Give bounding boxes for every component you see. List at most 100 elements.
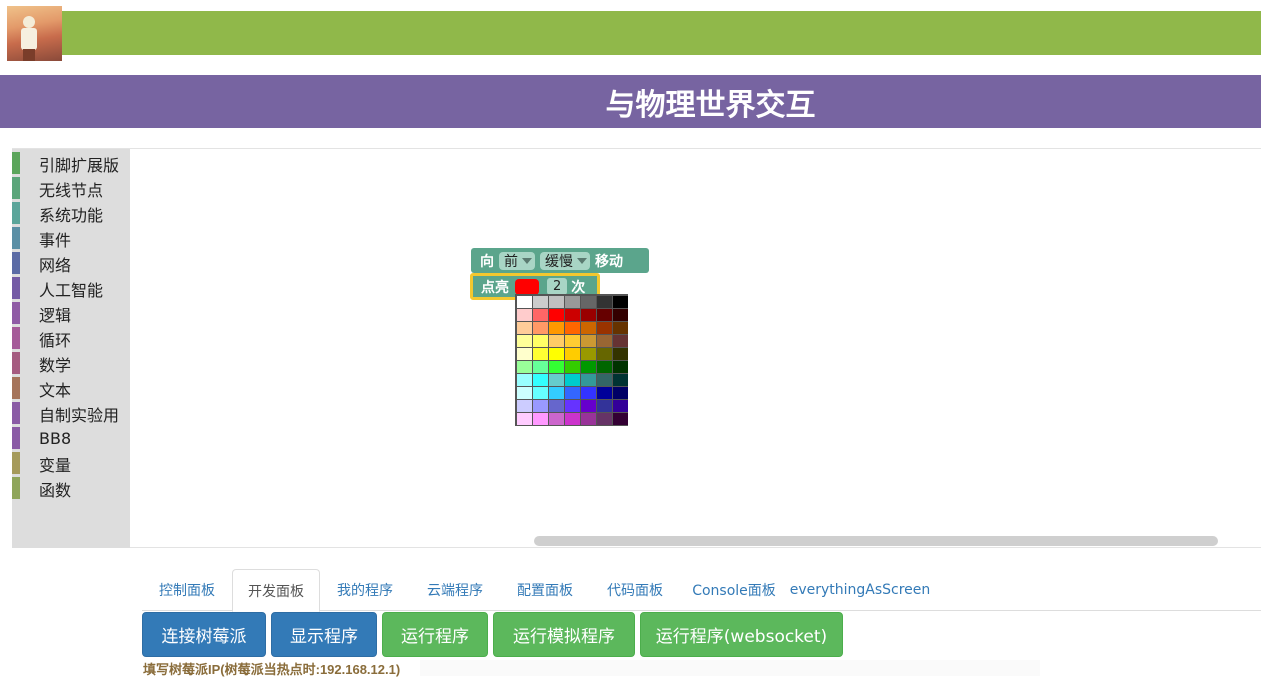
color-cell[interactable]	[613, 361, 628, 373]
toolbox-category[interactable]: 系统功能	[12, 201, 130, 226]
color-cell[interactable]	[517, 400, 532, 412]
color-cell[interactable]	[613, 348, 628, 360]
color-cell[interactable]	[533, 374, 548, 386]
color-cell[interactable]	[597, 374, 612, 386]
color-cell[interactable]	[549, 413, 564, 425]
color-cell[interactable]	[549, 387, 564, 399]
color-cell[interactable]	[581, 348, 596, 360]
color-cell[interactable]	[597, 296, 612, 308]
toolbox-category[interactable]: 数学	[12, 351, 130, 376]
toolbox-category[interactable]: 变量	[12, 451, 130, 476]
color-cell[interactable]	[549, 335, 564, 347]
color-cell[interactable]	[533, 387, 548, 399]
color-cell[interactable]	[565, 348, 580, 360]
color-cell[interactable]	[613, 413, 628, 425]
color-cell[interactable]	[549, 361, 564, 373]
color-cell[interactable]	[597, 387, 612, 399]
color-cell[interactable]	[565, 413, 580, 425]
color-cell[interactable]	[565, 322, 580, 334]
color-cell[interactable]	[613, 296, 628, 308]
color-cell[interactable]	[549, 309, 564, 321]
color-cell[interactable]	[533, 400, 548, 412]
color-cell[interactable]	[581, 413, 596, 425]
color-cell[interactable]	[565, 387, 580, 399]
color-cell[interactable]	[517, 374, 532, 386]
color-cell[interactable]	[581, 322, 596, 334]
action-button[interactable]: 运行程序(websocket)	[640, 612, 843, 657]
toolbox-category[interactable]: 人工智能	[12, 276, 130, 301]
color-cell[interactable]	[581, 387, 596, 399]
tab[interactable]: everythingAsScreen	[788, 569, 932, 611]
color-cell[interactable]	[565, 309, 580, 321]
horizontal-scrollbar[interactable]	[534, 536, 1218, 546]
color-cell[interactable]	[613, 309, 628, 321]
color-cell[interactable]	[597, 322, 612, 334]
toolbox-category[interactable]: 网络	[12, 251, 130, 276]
color-cell[interactable]	[517, 309, 532, 321]
tab[interactable]: Console面板	[680, 569, 788, 611]
toolbox-category[interactable]: 引脚扩展版	[12, 151, 130, 176]
action-button[interactable]: 显示程序	[271, 612, 377, 657]
color-cell[interactable]	[517, 348, 532, 360]
color-cell[interactable]	[517, 387, 532, 399]
color-cell[interactable]	[565, 296, 580, 308]
toolbox-category[interactable]: 自制实验用	[12, 401, 130, 426]
color-cell[interactable]	[517, 335, 532, 347]
tab[interactable]: 配置面板	[500, 569, 590, 611]
tab[interactable]: 云端程序	[410, 569, 500, 611]
color-cell[interactable]	[533, 296, 548, 308]
color-cell[interactable]	[549, 296, 564, 308]
color-cell[interactable]	[565, 361, 580, 373]
color-cell[interactable]	[613, 400, 628, 412]
toolbox-category[interactable]: BB8	[12, 426, 130, 451]
color-cell[interactable]	[581, 361, 596, 373]
tab[interactable]: 控制面板	[142, 569, 232, 611]
toolbox-category[interactable]: 文本	[12, 376, 130, 401]
count-field[interactable]: 2	[547, 278, 568, 295]
toolbox-category[interactable]: 函数	[12, 476, 130, 501]
color-cell[interactable]	[597, 335, 612, 347]
color-cell[interactable]	[597, 309, 612, 321]
color-cell[interactable]	[613, 374, 628, 386]
color-cell[interactable]	[533, 335, 548, 347]
color-cell[interactable]	[597, 348, 612, 360]
color-cell[interactable]	[613, 387, 628, 399]
color-cell[interactable]	[517, 322, 532, 334]
color-cell[interactable]	[565, 335, 580, 347]
tab[interactable]: 我的程序	[320, 569, 410, 611]
color-cell[interactable]	[549, 400, 564, 412]
action-button[interactable]: 运行程序	[382, 612, 488, 657]
color-cell[interactable]	[581, 335, 596, 347]
color-cell[interactable]	[581, 296, 596, 308]
toolbox-category[interactable]: 逻辑	[12, 301, 130, 326]
color-cell[interactable]	[597, 361, 612, 373]
color-cell[interactable]	[597, 400, 612, 412]
color-cell[interactable]	[613, 322, 628, 334]
color-cell[interactable]	[581, 309, 596, 321]
color-cell[interactable]	[565, 374, 580, 386]
direction-dropdown[interactable]: 前	[499, 251, 535, 270]
tab[interactable]: 开发面板	[232, 569, 320, 612]
toolbox-category[interactable]: 无线节点	[12, 176, 130, 201]
speed-dropdown[interactable]: 缓慢	[540, 251, 590, 270]
blockly-workspace[interactable]: 引脚扩展版 无线节点 系统功能 事件 网络 人工智能 逻辑 循环 数学 文本 自制实验用 BB8 变量函…	[12, 148, 1261, 548]
color-cell[interactable]	[565, 400, 580, 412]
color-cell[interactable]	[549, 374, 564, 386]
color-cell[interactable]	[597, 413, 612, 425]
action-button[interactable]: 连接树莓派	[142, 612, 266, 657]
color-cell[interactable]	[549, 322, 564, 334]
toolbox-category[interactable]: 循环	[12, 326, 130, 351]
move-block[interactable]: 向 前 缓慢 移动	[471, 248, 649, 273]
action-button[interactable]: 运行模拟程序	[493, 612, 635, 657]
color-cell[interactable]	[533, 309, 548, 321]
ip-input[interactable]	[420, 660, 1040, 676]
color-cell[interactable]	[517, 296, 532, 308]
color-cell[interactable]	[533, 361, 548, 373]
color-swatch[interactable]	[515, 278, 539, 295]
tab[interactable]: 代码面板	[590, 569, 680, 611]
color-cell[interactable]	[517, 413, 532, 425]
color-cell[interactable]	[533, 322, 548, 334]
color-cell[interactable]	[549, 348, 564, 360]
color-cell[interactable]	[613, 335, 628, 347]
color-cell[interactable]	[533, 348, 548, 360]
